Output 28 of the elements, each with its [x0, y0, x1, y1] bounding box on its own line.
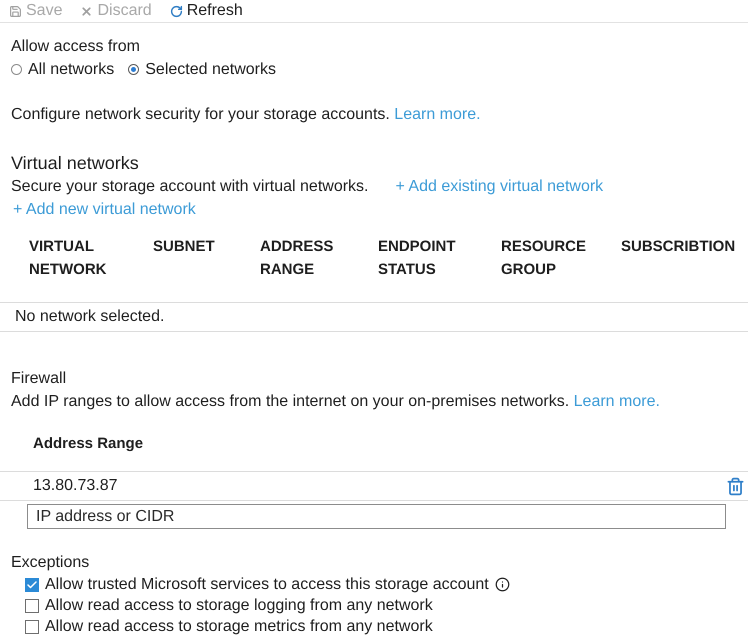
checkbox-option[interactable]: Allow trusted Microsoft services to access this storage account: [25, 574, 489, 594]
close-icon: [80, 4, 94, 18]
column-header: ENDPOINT STATUS: [378, 237, 457, 280]
column-header: RESOURCE GROUP: [501, 237, 588, 280]
checkbox-option[interactable]: Allow read access to storage logging from any network: [25, 596, 433, 616]
description-text: Configure network security for your storage accounts. Learn more.: [11, 105, 481, 125]
empty-message: No network selected.: [15, 307, 164, 327]
checkbox-option[interactable]: Allow read access to storage metrics from any network: [25, 616, 433, 636]
column-header: SUBSCRIBTION: [621, 237, 736, 257]
refresh-icon: [170, 4, 183, 18]
column-header: SUBNET: [153, 237, 215, 257]
radio-option[interactable]: All networks: [11, 60, 114, 80]
radio-option[interactable]: Selected networks: [128, 60, 276, 80]
input-field[interactable]: IP address or CIDR: [27, 504, 726, 529]
column-header: VIRTUAL NETWORK: [29, 237, 108, 280]
section-description: Secure your storage account with virtual networks.: [11, 176, 368, 196]
save-icon: [9, 4, 22, 18]
section-title: Firewall: [11, 369, 66, 389]
section-title: Exceptions: [11, 553, 90, 573]
section-description: Add IP ranges to allow access from the internet on your on-premises networks. Learn more.: [11, 392, 660, 412]
info-icon[interactable]: [494, 577, 510, 592]
column-header: Address Range: [33, 434, 144, 454]
trash-icon[interactable]: [726, 476, 745, 496]
column-header: ADDRESS RANGE: [260, 237, 334, 280]
section-label: Allow access from: [11, 37, 140, 57]
refresh-button[interactable]: Refresh: [170, 1, 243, 21]
section-title: Virtual networks: [11, 152, 139, 175]
address-cell: 13.80.73.87: [33, 476, 118, 496]
